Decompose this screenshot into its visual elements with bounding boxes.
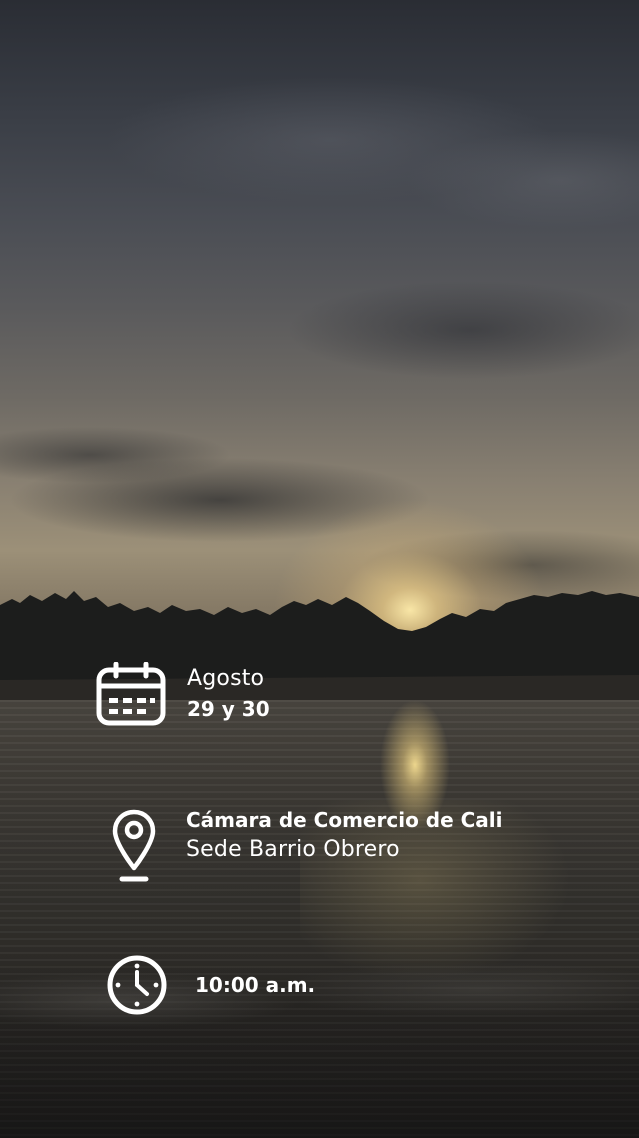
date-text: Agosto 29 y 30 bbox=[187, 664, 270, 724]
clock-icon bbox=[107, 955, 167, 1015]
venue-branch: Sede Barrio Obrero bbox=[186, 837, 400, 862]
time-value: 10:00 a.m. bbox=[195, 973, 316, 997]
date-month: Agosto bbox=[187, 666, 265, 691]
time-text: 10:00 a.m. bbox=[195, 970, 315, 1000]
event-time: 10:00 a.m. bbox=[106, 954, 315, 1016]
location-text: Cámara de Comercio de Cali Sede Barrio O… bbox=[186, 805, 503, 865]
venue-name: Cámara de Comercio de Cali bbox=[186, 808, 503, 832]
date-days: 29 y 30 bbox=[187, 697, 270, 721]
event-location: Cámara de Comercio de Cali Sede Barrio O… bbox=[111, 808, 503, 884]
calendar-icon bbox=[96, 662, 166, 726]
map-pin-icon bbox=[112, 809, 156, 882]
event-card: Agosto 29 y 30 Cámara de Comercio de Cal… bbox=[0, 0, 639, 1138]
waves bbox=[0, 960, 639, 1138]
event-date: Agosto 29 y 30 bbox=[96, 662, 270, 726]
